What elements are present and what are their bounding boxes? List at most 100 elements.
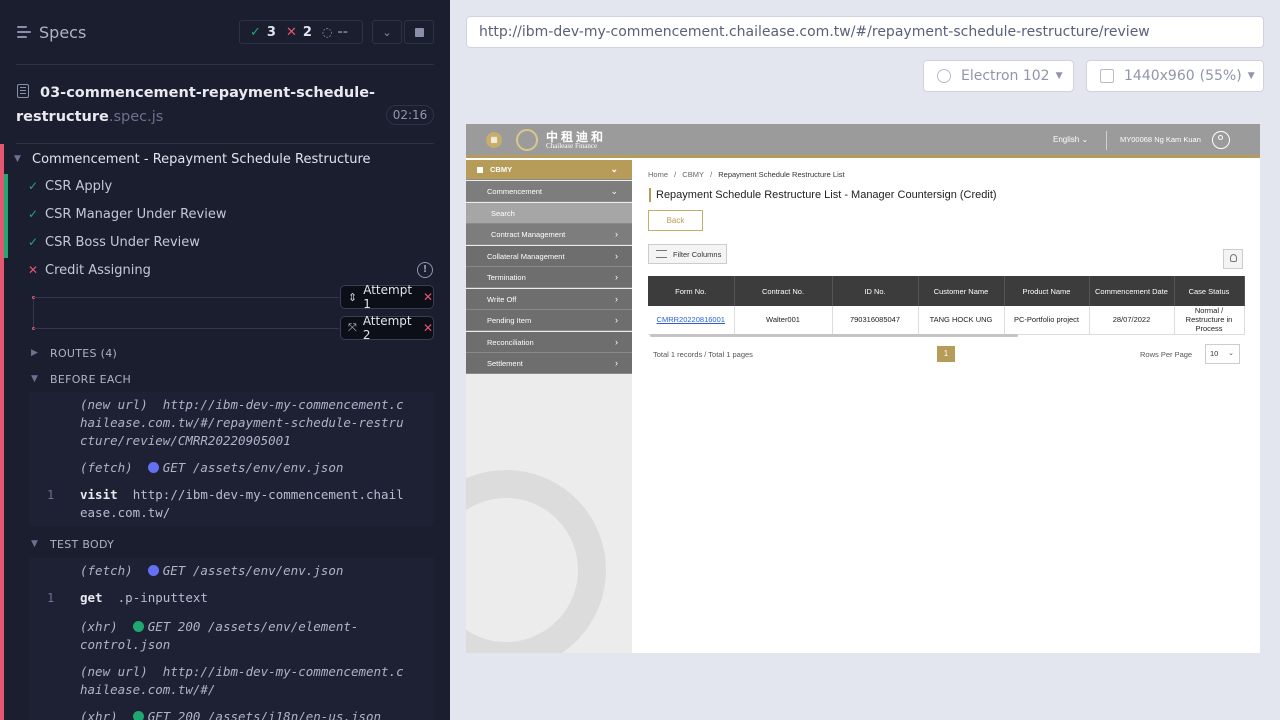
form-no-cell: CMRR20220816001 [648,306,735,335]
viewport-selector[interactable]: 1440x960 (55%) ▼ [1086,60,1264,92]
sidebar-item-label: CBMY [490,165,513,174]
command-arg: http://ibm-dev-my-commencement.chailease… [80,487,404,520]
sidebar-item-pending[interactable]: Pending Item › [466,310,632,331]
sidebar-item-contract-management[interactable]: Contract Management › [466,224,632,245]
breadcrumb-separator: / [674,170,677,179]
hint-button[interactable] [1223,249,1243,269]
command-event: (xhr) [80,709,118,720]
chevron-down-icon: ▼ [1247,71,1255,81]
command-xhr[interactable]: (xhr) GET 200 /assets/env/element-contro… [80,618,410,654]
sidebar-item-settlement[interactable]: Settlement › [466,353,632,374]
square-icon [477,166,483,173]
column-header[interactable]: Case Status [1174,276,1245,306]
chevron-right-icon: › [615,337,618,347]
chailease-logo-icon [516,129,538,151]
command-value: GET /assets/env/env.json [162,563,344,578]
section-label: ROUTES (4) [50,346,118,360]
sidebar-item-cbmy[interactable]: CBMY ⌄ [466,160,632,180]
sidebar-item-label: Termination [487,272,526,282]
attempt-2-tag[interactable]: ⤧ Attempt 2 ✕ [340,314,434,342]
aut-url-bar[interactable]: http://ibm-dev-my-commencement.chailease… [466,16,1264,48]
sidebar-item-label: Write Off [487,294,517,304]
browser-selector[interactable]: Electron 102 ▼ [923,60,1074,92]
table-header-row: Form No. Contract No. ID No. Customer Na… [648,276,1245,306]
specs-list-icon[interactable] [17,26,31,38]
command-new-url[interactable]: (new url) http://ibm-dev-my-commencement… [80,396,410,450]
command-name: visit [80,487,118,502]
chevron-right-icon: › [615,294,618,304]
horizontal-scrollbar[interactable] [650,334,1018,337]
command-fetch[interactable]: (fetch) GET /assets/env/env.json [80,562,410,580]
column-header[interactable]: Customer Name [918,276,1005,306]
spec-filename[interactable]: 03-commencement-repayment-schedule-restr… [16,81,376,129]
test-row[interactable]: ✓ CSR Boss Under Review [0,230,434,254]
pending-icon: ◌ [321,25,333,39]
sidebar-item-label: Reconciliation [487,337,534,347]
test-body-section[interactable]: ▼ TEST BODY [28,533,434,555]
sidebar-item-write-off[interactable]: Write Off › [466,289,632,310]
test-row[interactable]: ✕ Credit Assigning [0,258,434,282]
attempt-label: Attempt 2 [362,314,412,342]
back-button[interactable]: Back [648,210,703,231]
before-each-section[interactable]: ▼ BEFORE EACH [28,368,434,390]
test-row[interactable]: ✓ CSR Manager Under Review [0,202,434,226]
column-header[interactable]: Commencement Date [1089,276,1175,306]
sidebar-item-reconciliation[interactable]: Reconciliation › [466,332,632,353]
command-xhr[interactable]: (xhr) GET 200 /assets/i18n/en-us.json [80,708,410,720]
table-cell: 28/07/2022 [1089,306,1175,335]
page-button-current[interactable]: 1 [937,346,955,362]
check-icon: ✓ [250,24,261,40]
test-label: Credit Assigning [45,262,151,278]
breadcrumb-cbmy[interactable]: CBMY [682,170,704,179]
sidebar-item-collateral[interactable]: Collateral Management › [466,246,632,267]
command-visit[interactable]: visit http://ibm-dev-my-commencement.cha… [80,486,410,522]
pending-count: -- [337,24,349,40]
column-header[interactable]: Product Name [1004,276,1090,306]
sidebar-item-termination[interactable]: Termination › [466,267,632,288]
sidebar-item-label: Settlement [487,358,523,368]
reporter-panel: Specs ✓ 3 ✕ 2 ◌ -- ⌄ 03-commencement-repaym… [0,0,450,720]
command-arg: .p-inputtext [117,590,208,605]
test-row[interactable]: ✓ CSR Apply [0,174,434,198]
form-no-link[interactable]: CMRR20220816001 [657,315,725,324]
chevron-right-icon: ▶ [31,348,39,358]
stop-button[interactable] [404,20,434,44]
apps-grid-icon[interactable]: ▦ [486,132,502,148]
command-line-number: 1 [47,591,55,605]
status-dot-icon [132,711,144,720]
command-new-url[interactable]: (new url) http://ibm-dev-my-commencement… [80,663,410,699]
language-selector[interactable]: English ⌄ [1053,135,1088,144]
cross-icon: ✕ [28,263,39,277]
chevron-down-icon: ⌄ [382,25,392,39]
user-name[interactable]: MY00068 Ng Kam Kuan [1120,135,1201,144]
column-header[interactable]: Form No. [648,276,735,306]
command-event: (new url) [80,397,148,412]
check-icon: ✓ [28,207,39,221]
specs-title[interactable]: Specs [39,23,86,42]
attempt-1-tag[interactable]: ⇕ Attempt 1 ✕ [340,283,434,311]
column-header[interactable]: ID No. [832,276,919,306]
command-value: GET 200 /assets/env/element-control.json [80,619,359,652]
command-fetch[interactable]: (fetch) GET /assets/env/env.json [80,459,410,477]
chevron-right-icon: › [615,315,618,325]
rows-per-page-select[interactable]: 10 ⌄ [1205,344,1240,364]
user-avatar-icon[interactable] [1212,131,1230,149]
sidebar-item-label: Pending Item [487,315,532,325]
command-get[interactable]: get .p-inputtext [80,589,410,607]
chevron-right-icon: › [615,272,618,282]
filter-columns-button[interactable]: Filter Columns [648,244,727,264]
collapse-all-button[interactable]: ⌄ [372,20,402,44]
spec-extension: .spec.js [108,109,164,125]
table-cell: PC-Portfolio project [1004,306,1090,335]
sidebar-item-commencement[interactable]: Commencement ⌄ [466,181,632,202]
suite-row[interactable]: ▼ Commencement - Repayment Schedule Rest… [14,148,434,170]
viewport-size: 1440x960 [1124,68,1195,84]
breadcrumb-home[interactable]: Home [648,170,668,179]
column-header[interactable]: Contract No. [734,276,833,306]
command-event: (fetch) [80,460,133,475]
sidebar-item-search[interactable]: Search [466,203,632,224]
routes-section[interactable]: ▶ ROUTES (4) [28,342,434,364]
sidebar-item-label: Commencement [487,186,543,196]
info-icon[interactable]: ! [417,262,433,278]
test-label: CSR Apply [45,178,113,194]
